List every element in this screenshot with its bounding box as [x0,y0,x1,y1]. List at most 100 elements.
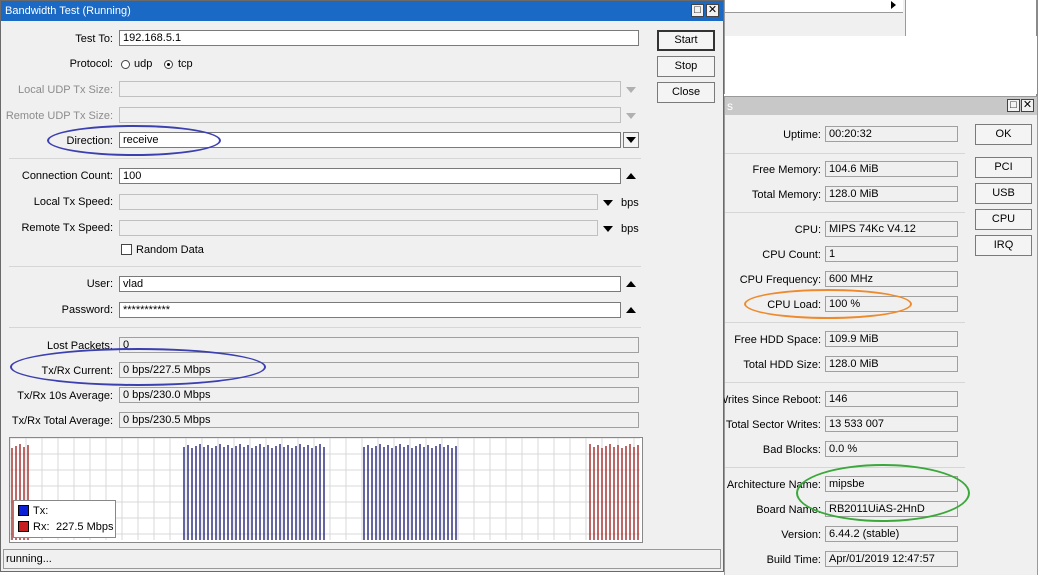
separator [9,158,641,159]
total-sector-writes-value: 13 533 007 [825,416,958,432]
scroll-track[interactable] [725,0,903,13]
protocol-udp-label: udp [134,58,153,70]
bandwidth-title: Bandwidth Test (Running) [5,5,131,17]
stop-button[interactable]: Stop [657,56,715,77]
pci-button[interactable]: PCI [975,157,1032,178]
remote-udp-tx-size-input[interactable] [119,107,621,123]
cpu-count-label: CPU Count: [762,249,821,261]
version-label: Version: [781,529,821,541]
txrx-10s-average-value: 0 bps/230.0 Mbps [119,387,639,403]
bandwidth-title-bar[interactable]: Bandwidth Test (Running) □ ✕ [1,1,723,21]
password-input[interactable]: *********** [119,302,621,318]
legend-rx-value: 227.5 Mbps [56,521,114,533]
separator [725,322,965,323]
protocol-udp-radio[interactable] [121,60,130,69]
usb-button[interactable]: USB [975,183,1032,204]
random-data-label: Random Data [136,244,204,256]
protocol-tcp-radio[interactable] [164,60,173,69]
start-button[interactable]: Start [657,30,715,51]
remote-udp-tx-size-label: Remote UDP Tx Size: [5,110,113,122]
protocol-tcp-label: tcp [178,58,193,70]
background-window-top [724,0,906,37]
user-label: User: [86,278,113,290]
local-udp-tx-size-input[interactable] [119,81,621,97]
ok-button[interactable]: OK [975,124,1032,145]
random-data-checkbox[interactable] [121,244,132,255]
resources-title: s [727,99,733,113]
local-tx-speed-input[interactable] [119,194,598,210]
separator [9,327,641,328]
uptime-label: Uptime: [783,129,821,141]
local-tx-dropdown-icon[interactable] [603,200,613,206]
remote-tx-speed-input[interactable] [119,220,598,236]
connection-count-label: Connection Count: [21,170,113,182]
scroll-right-arrow-icon[interactable] [891,1,896,9]
cpu-button[interactable]: CPU [975,209,1032,230]
local-tx-unit: bps [621,197,639,209]
maximize-icon[interactable]: □ [1007,99,1020,112]
legend-rx-label: Rx: [33,521,50,533]
user-input[interactable]: vlad [119,276,621,292]
remote-udp-dropdown-icon[interactable] [626,113,636,119]
bad-blocks-value: 0.0 % [825,441,958,457]
annotation-ellipse-cpu-load [744,289,912,319]
annotation-ellipse-direction [47,125,221,156]
protocol-label: Protocol: [69,58,113,70]
build-time-value: Apr/01/2019 12:47:57 [825,551,958,567]
uptime-value: 00:20:32 [825,126,958,142]
separator [725,212,965,213]
txrx-10s-average-label: Tx/Rx 10s Average: [17,390,113,402]
cpu-label: CPU: [794,224,821,236]
resources-title-bar[interactable]: s □ ✕ [725,97,1037,115]
separator [9,266,641,267]
close-icon[interactable]: ✕ [1021,99,1034,112]
total-memory-value: 128.0 MiB [825,186,958,202]
connection-count-collapse-icon[interactable] [626,173,636,179]
local-udp-tx-size-label: Local UDP Tx Size: [18,84,113,96]
separator [725,153,965,154]
close-button[interactable]: Close [657,82,715,103]
free-memory-label: Free Memory: [752,164,821,176]
test-to-label: Test To: [75,33,113,45]
user-collapse-icon[interactable] [626,281,636,287]
total-hdd-value: 128.0 MiB [825,356,958,372]
cpu-frequency-label: CPU Frequency: [739,274,821,286]
status-text: running... [6,553,52,565]
local-udp-dropdown-icon[interactable] [626,87,636,93]
free-memory-value: 104.6 MiB [825,161,958,177]
direction-dropdown-button[interactable] [623,132,639,148]
remote-tx-unit: bps [621,223,639,235]
close-icon[interactable]: ✕ [706,4,719,17]
annotation-ellipse-txrx-current [10,348,266,386]
cpu-count-value: 1 [825,246,958,262]
separator [725,382,965,383]
txrx-total-average-value: 0 bps/230.5 Mbps [119,412,639,428]
free-hdd-label: Free HDD Space: [734,334,821,346]
total-sector-writes-label: Total Sector Writes: [725,419,821,431]
cpu-value: MIPS 74Kc V4.12 [825,221,958,237]
version-value: 6.44.2 (stable) [825,526,958,542]
graph-legend: Tx: Rx: 227.5 Mbps [13,500,116,538]
test-to-input[interactable]: 192.168.5.1 [119,30,639,46]
total-hdd-label: Total HDD Size: [743,359,821,371]
traffic-graph: Tx: Rx: 227.5 Mbps [9,437,643,543]
remote-tx-speed-label: Remote Tx Speed: [21,222,113,234]
maximize-icon[interactable]: □ [691,4,704,17]
local-tx-speed-label: Local Tx Speed: [33,196,113,208]
bandwidth-test-window: Bandwidth Test (Running) □ ✕ Test To: 19… [0,0,724,572]
txrx-total-average-label: Tx/Rx Total Average: [11,415,113,427]
background-window-right-panel [724,36,1037,94]
legend-tx-label: Tx: [33,505,49,517]
build-time-label: Build Time: [766,554,821,566]
connection-count-input[interactable]: 100 [119,168,621,184]
total-memory-label: Total Memory: [751,189,821,201]
password-label: Password: [61,304,113,316]
legend-rx-swatch [18,521,29,532]
password-collapse-icon[interactable] [626,307,636,313]
annotation-ellipse-board [796,464,970,522]
irq-button[interactable]: IRQ [975,235,1032,256]
writes-since-reboot-value: 146 [825,391,958,407]
remote-tx-dropdown-icon[interactable] [603,226,613,232]
bad-blocks-label: Bad Blocks: [762,444,821,456]
free-hdd-value: 109.9 MiB [825,331,958,347]
